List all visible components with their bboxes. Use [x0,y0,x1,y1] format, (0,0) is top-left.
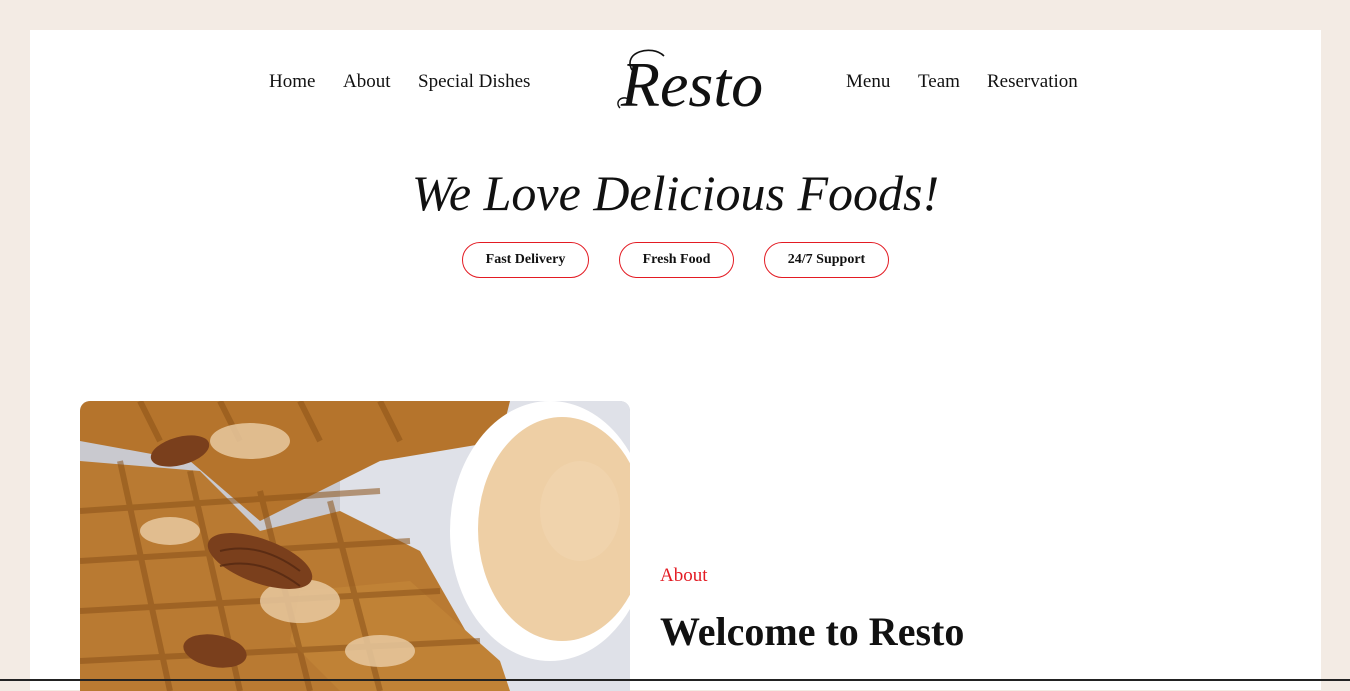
nav-menu[interactable]: Menu [846,70,890,94]
nav-reservation[interactable]: Reservation [987,70,1078,94]
nav-home[interactable]: Home [269,70,315,94]
feature-fast-delivery[interactable]: Fast Delivery [462,242,589,278]
logo-text: Resto [620,49,763,120]
resto-logo[interactable]: Resto [612,42,772,122]
nav-team[interactable]: Team [918,70,960,94]
about-food-image [80,401,630,691]
feature-fresh-food[interactable]: Fresh Food [619,242,734,278]
nav-special-dishes[interactable]: Special Dishes [418,70,530,94]
about-eyebrow: About [660,565,708,586]
about-title: Welcome to Resto [660,609,965,654]
feature-24-7-support[interactable]: 24/7 Support [764,242,889,278]
hero-title: We Love Delicious Foods! [411,165,940,221]
nav-about[interactable]: About [343,70,391,94]
